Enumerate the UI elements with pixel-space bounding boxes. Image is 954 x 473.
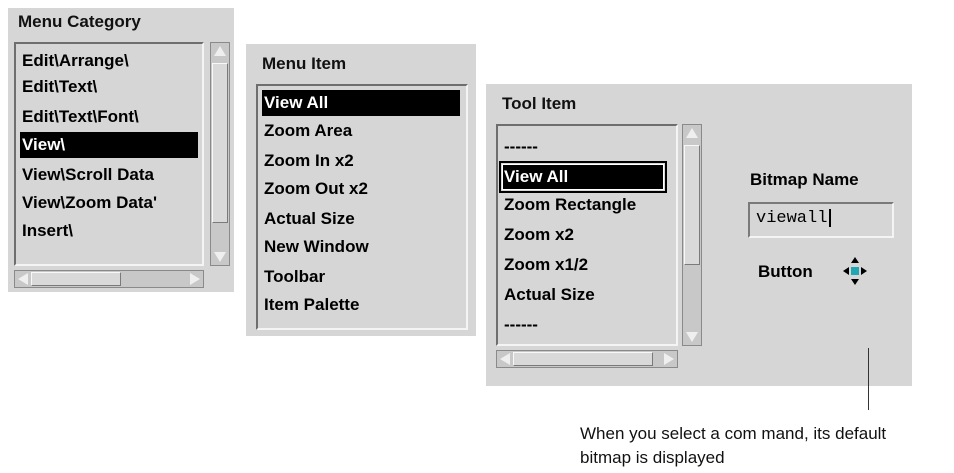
list-item[interactable]: Item Palette [262, 292, 462, 318]
scroll-left-arrow-icon[interactable] [500, 353, 510, 365]
text-cursor-icon [829, 208, 832, 227]
list-item[interactable]: ------ [502, 134, 672, 160]
scroll-right-arrow-icon[interactable] [664, 353, 674, 365]
scroll-down-arrow-icon[interactable] [686, 332, 698, 342]
tool-item-list[interactable]: ------ View All Zoom Rectangle Zoom x2 Z… [496, 124, 678, 346]
list-item[interactable]: Zoom In x2 [262, 148, 462, 174]
bitmap-name-field[interactable]: viewall [748, 202, 894, 238]
list-item[interactable]: Toolbar [262, 264, 462, 290]
list-item[interactable]: Insert\ [20, 218, 198, 244]
scroll-thumb[interactable] [31, 272, 121, 286]
callout-line [868, 348, 869, 410]
button-label: Button [758, 262, 813, 281]
annotation-line-1: When you select a com mand, its default [580, 424, 887, 443]
list-item[interactable]: View\Scroll Data [20, 162, 198, 188]
list-item[interactable]: New Window [262, 234, 462, 260]
list-item[interactable]: ------ [502, 312, 672, 338]
list-item[interactable]: Actual Size [502, 282, 672, 308]
scroll-thumb[interactable] [684, 145, 700, 265]
bitmap-name-value: viewall [756, 209, 828, 228]
list-item[interactable]: Zoom x1/2 [502, 252, 672, 278]
list-item[interactable]: Actual Size [262, 206, 462, 232]
scroll-thumb[interactable] [513, 352, 653, 366]
menu-category-horizontal-scrollbar[interactable] [14, 270, 204, 288]
list-item[interactable]: View\Zoom Data' [20, 190, 198, 216]
menu-item-list[interactable]: View All Zoom Area Zoom In x2 Zoom Out x… [256, 84, 468, 330]
list-item-selected[interactable]: View All [499, 161, 667, 193]
four-way-arrows-icon[interactable] [842, 256, 868, 286]
menu-item-title: Menu Item [262, 54, 347, 73]
menu-category-title: Menu Category [18, 12, 141, 31]
list-item[interactable]: Edit\Arrange\ [20, 48, 198, 74]
bitmap-name-label: Bitmap Name [750, 170, 859, 189]
list-item[interactable]: Zoom Rectangle [502, 192, 672, 218]
menu-category-list[interactable]: Edit\Arrange\ Edit\Text\ Edit\Text\Font\… [14, 42, 204, 266]
list-item-selected[interactable]: View All [262, 90, 460, 116]
scroll-down-arrow-icon[interactable] [214, 252, 226, 262]
list-item[interactable]: Edit\Text\ [20, 74, 198, 100]
menu-category-vertical-scrollbar[interactable] [210, 42, 230, 266]
scroll-left-arrow-icon[interactable] [18, 273, 28, 285]
scroll-thumb[interactable] [212, 63, 228, 223]
tool-item-horizontal-scrollbar[interactable] [496, 350, 678, 368]
list-item[interactable]: Zoom x2 [502, 222, 672, 248]
tool-item-panel: Tool Item ------ View All Zoom Rectangle… [486, 84, 912, 386]
menu-category-panel: Menu Category Edit\Arrange\ Edit\Text\ E… [8, 8, 234, 292]
tool-item-vertical-scrollbar[interactable] [682, 124, 702, 346]
tool-item-title: Tool Item [502, 94, 577, 113]
list-item-selected[interactable]: View\ [20, 132, 198, 158]
list-item[interactable]: Zoom Area [262, 118, 462, 144]
scroll-up-arrow-icon[interactable] [686, 128, 698, 138]
list-item[interactable]: Edit\Text\Font\ [20, 104, 198, 130]
menu-item-panel: Menu Item View All Zoom Area Zoom In x2 … [246, 44, 476, 336]
scroll-up-arrow-icon[interactable] [214, 46, 226, 56]
annotation-caption: When you select a com mand, its default … [580, 422, 950, 470]
list-item[interactable]: Zoom Out x2 [262, 176, 462, 202]
annotation-line-2: bitmap is displayed [580, 448, 725, 467]
scroll-right-arrow-icon[interactable] [190, 273, 200, 285]
